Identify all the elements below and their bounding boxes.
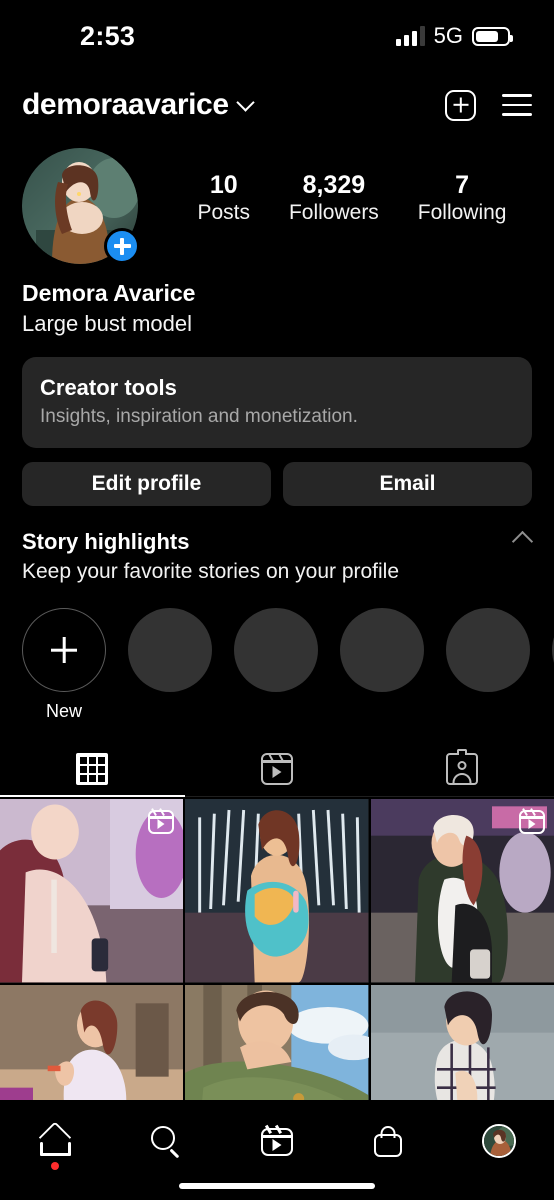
stat-value: 7 xyxy=(455,171,470,199)
status-bar-indicators: 5G xyxy=(395,23,513,49)
network-type-label: 5G xyxy=(433,23,463,48)
highlight-placeholder[interactable] xyxy=(446,608,530,722)
highlight-new[interactable]: New xyxy=(22,608,106,722)
stat-label: Posts xyxy=(197,200,250,224)
post-cell[interactable] xyxy=(0,799,184,983)
reels-badge-icon xyxy=(148,808,175,835)
nav-search[interactable] xyxy=(111,1116,222,1166)
account-switcher[interactable]: demoraavarice xyxy=(22,88,255,122)
tab-tagged[interactable] xyxy=(369,742,554,796)
search-icon xyxy=(151,1126,181,1159)
status-bar: 2:53 5G xyxy=(0,0,554,72)
reels-icon xyxy=(260,1124,293,1156)
creator-tools-title: Creator tools xyxy=(40,374,177,400)
profile-stats: 10 Posts 8,329 Followers 7 Following xyxy=(138,148,532,225)
home-indicator xyxy=(179,1183,375,1189)
hamburger-menu-icon[interactable] xyxy=(502,94,532,116)
profile-avatar-icon xyxy=(481,1124,516,1158)
profile-bio: Large bust model xyxy=(22,311,192,337)
plus-circle-icon[interactable] xyxy=(104,228,140,264)
stat-value: 10 xyxy=(209,171,238,199)
story-highlights-subtitle: Keep your favorite stories on your profi… xyxy=(22,560,400,584)
edit-profile-button[interactable]: Edit profile xyxy=(22,462,271,507)
plus-icon[interactable] xyxy=(22,608,106,693)
creator-tools-subtitle: Insights, inspiration and monetization. xyxy=(40,405,358,427)
battery-icon xyxy=(472,26,513,46)
plus-square-icon[interactable] xyxy=(445,89,476,121)
profile-tabs xyxy=(0,742,554,798)
stat-label: Followers xyxy=(288,200,379,224)
nav-home[interactable] xyxy=(0,1116,111,1170)
tab-reels[interactable] xyxy=(185,742,370,796)
stat-label: Following xyxy=(417,200,507,224)
home-notification-badge xyxy=(51,1162,60,1170)
story-highlights-row[interactable]: New xyxy=(0,586,554,722)
profile-summary: 10 Posts 8,329 Followers 7 Following xyxy=(0,138,554,264)
highlight-new-label: New xyxy=(45,701,82,722)
stat-following[interactable]: 7 Following xyxy=(418,170,507,225)
email-button[interactable]: Email xyxy=(283,462,532,507)
header-actions xyxy=(445,89,532,121)
post-thumbnail xyxy=(185,799,369,983)
nav-shop[interactable] xyxy=(332,1116,443,1166)
stat-followers[interactable]: 8,329 Followers xyxy=(289,170,379,225)
home-icon xyxy=(39,1121,72,1156)
instagram-profile-screen: 2:53 5G demoraavarice 10 Posts 8,329 Fol… xyxy=(0,0,554,1200)
profile-name-block: Demora Avarice Large bust model xyxy=(0,264,554,339)
post-cell[interactable] xyxy=(370,799,554,983)
tab-grid[interactable] xyxy=(0,742,185,796)
chevron-down-icon[interactable] xyxy=(235,92,255,112)
highlight-placeholder[interactable] xyxy=(340,608,424,722)
status-bar-time: 2:53 xyxy=(80,20,136,51)
profile-header: demoraavarice xyxy=(0,72,554,138)
reels-icon xyxy=(260,753,294,786)
reels-badge-icon xyxy=(518,808,545,835)
shopping-bag-icon xyxy=(373,1125,402,1157)
avatar-wrapper[interactable] xyxy=(22,148,140,264)
story-highlights-title: Story highlights xyxy=(22,529,190,555)
tagged-person-icon xyxy=(445,749,478,786)
stat-posts[interactable]: 10 Posts xyxy=(197,170,250,225)
story-highlights-header: Story highlights Keep your favorite stor… xyxy=(22,526,534,586)
creator-tools-card[interactable]: Creator tools Insights, inspiration and … xyxy=(22,356,532,449)
grid-icon xyxy=(76,753,109,786)
profile-full-name: Demora Avarice xyxy=(22,280,196,306)
highlight-placeholder[interactable] xyxy=(128,608,212,722)
nav-profile[interactable] xyxy=(443,1116,554,1166)
profile-action-buttons: Edit profile Email xyxy=(22,462,532,507)
nav-reels[interactable] xyxy=(222,1116,333,1166)
header-username[interactable]: demoraavarice xyxy=(22,88,229,122)
highlight-placeholder[interactable] xyxy=(234,608,318,722)
stat-value: 8,329 xyxy=(302,171,366,199)
post-cell[interactable] xyxy=(185,799,369,983)
signal-bars-icon xyxy=(395,26,425,46)
active-tab-underline xyxy=(0,794,185,798)
